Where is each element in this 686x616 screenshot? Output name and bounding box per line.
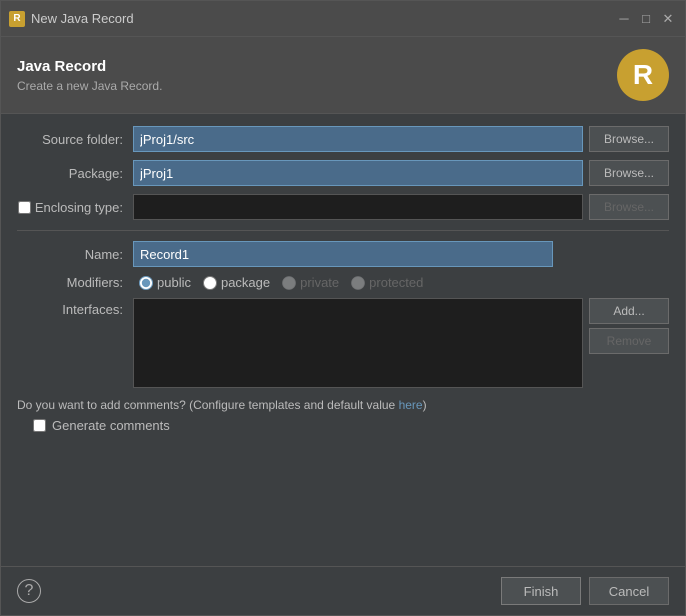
dialog-window: R New Java Record ─ □ ✕ Java Record Crea… bbox=[0, 0, 686, 616]
modifier-package-label: package bbox=[221, 275, 270, 290]
modifier-private-radio bbox=[282, 276, 296, 290]
generate-comments-checkbox[interactable] bbox=[33, 419, 46, 432]
interfaces-label: Interfaces: bbox=[17, 298, 127, 317]
header-icon: R bbox=[617, 49, 669, 101]
enclosing-type-input[interactable] bbox=[133, 194, 583, 220]
modifier-package-radio[interactable] bbox=[203, 276, 217, 290]
finish-button[interactable]: Finish bbox=[501, 577, 581, 605]
package-row: Package: Browse... bbox=[17, 160, 669, 186]
enclosing-label-area: Enclosing type: bbox=[17, 200, 127, 215]
footer-buttons: Finish Cancel bbox=[501, 577, 669, 605]
modifier-private: private bbox=[282, 275, 339, 290]
interfaces-row: Interfaces: Add... Remove bbox=[17, 298, 669, 388]
minimize-button[interactable]: ─ bbox=[615, 10, 633, 28]
generate-comments-row: Generate comments bbox=[17, 418, 669, 433]
name-row: Name: bbox=[17, 241, 669, 267]
modifiers-row: Modifiers: public package private protec… bbox=[17, 275, 669, 290]
header-text: Java Record Create a new Java Record. bbox=[17, 58, 162, 93]
title-bar: R New Java Record ─ □ ✕ bbox=[1, 1, 685, 37]
dialog-footer: ? Finish Cancel bbox=[1, 566, 685, 615]
header-subtitle: Create a new Java Record. bbox=[17, 79, 162, 93]
close-button[interactable]: ✕ bbox=[659, 10, 677, 28]
title-bar-title: New Java Record bbox=[31, 11, 615, 26]
source-folder-label: Source folder: bbox=[17, 132, 127, 147]
modifier-protected-radio bbox=[351, 276, 365, 290]
name-input[interactable] bbox=[133, 241, 553, 267]
package-input[interactable] bbox=[133, 160, 583, 186]
interfaces-buttons: Add... Remove bbox=[589, 298, 669, 354]
dialog-header: Java Record Create a new Java Record. R bbox=[1, 37, 685, 114]
comments-section: Do you want to add comments? (Configure … bbox=[17, 398, 669, 433]
header-title: Java Record bbox=[17, 58, 162, 75]
window-controls: ─ □ ✕ bbox=[615, 10, 677, 28]
maximize-button[interactable]: □ bbox=[637, 10, 655, 28]
comments-here-link[interactable]: here bbox=[399, 398, 423, 412]
divider-1 bbox=[17, 230, 669, 231]
modifier-private-label: private bbox=[300, 275, 339, 290]
modifier-public-radio[interactable] bbox=[139, 276, 153, 290]
modifier-protected-label: protected bbox=[369, 275, 423, 290]
source-folder-browse-button[interactable]: Browse... bbox=[589, 126, 669, 152]
app-icon: R bbox=[9, 11, 25, 27]
name-label: Name: bbox=[17, 247, 127, 262]
dialog-content: Source folder: Browse... Package: Browse… bbox=[1, 114, 685, 566]
package-browse-button[interactable]: Browse... bbox=[589, 160, 669, 186]
modifier-public[interactable]: public bbox=[139, 275, 191, 290]
comments-text: Do you want to add comments? (Configure … bbox=[17, 398, 669, 412]
interfaces-remove-button[interactable]: Remove bbox=[589, 328, 669, 354]
modifiers-label: Modifiers: bbox=[17, 275, 127, 290]
enclosing-type-checkbox[interactable] bbox=[18, 201, 31, 214]
package-label: Package: bbox=[17, 166, 127, 181]
modifier-public-label: public bbox=[157, 275, 191, 290]
source-folder-row: Source folder: Browse... bbox=[17, 126, 669, 152]
interfaces-add-button[interactable]: Add... bbox=[589, 298, 669, 324]
interfaces-list bbox=[133, 298, 583, 388]
cancel-button[interactable]: Cancel bbox=[589, 577, 669, 605]
enclosing-type-browse-button[interactable]: Browse... bbox=[589, 194, 669, 220]
enclosing-type-label[interactable]: Enclosing type: bbox=[35, 200, 123, 215]
source-folder-input[interactable] bbox=[133, 126, 583, 152]
generate-comments-label[interactable]: Generate comments bbox=[52, 418, 170, 433]
help-button[interactable]: ? bbox=[17, 579, 41, 603]
modifier-protected: protected bbox=[351, 275, 423, 290]
modifier-package[interactable]: package bbox=[203, 275, 270, 290]
enclosing-type-row: Enclosing type: Browse... bbox=[17, 194, 669, 220]
